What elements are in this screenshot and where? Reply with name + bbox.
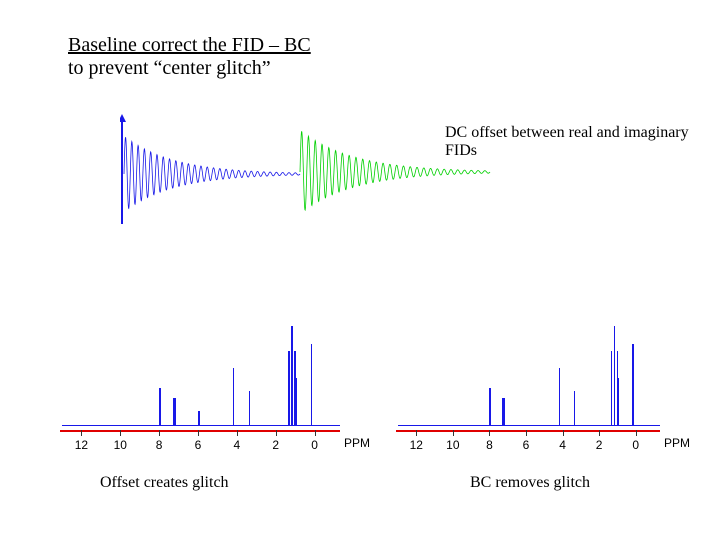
- tick-label: 2: [272, 438, 279, 452]
- tick-label: 6: [195, 438, 202, 452]
- tick-label: 12: [410, 438, 423, 452]
- title-line1: Baseline correct the FID – BC: [68, 34, 311, 56]
- tick-label: 12: [75, 438, 88, 452]
- tick-label: 8: [486, 438, 493, 452]
- tick-label: 10: [114, 438, 127, 452]
- tick-label: 10: [446, 438, 459, 452]
- spectrum-with-glitch: 121086420 PPM: [56, 298, 366, 458]
- title: Baseline correct the FID – BC to prevent…: [68, 34, 311, 80]
- caption-right: BC removes glitch: [470, 474, 590, 492]
- fid-plot: [120, 112, 496, 226]
- tick-label: 8: [156, 438, 163, 452]
- axis-unit: PPM: [344, 436, 370, 450]
- tick-label: 6: [523, 438, 530, 452]
- fid-svg: [120, 112, 496, 226]
- tick-label: 2: [596, 438, 603, 452]
- caption-left: Offset creates glitch: [100, 474, 229, 492]
- axis-unit: PPM: [664, 436, 690, 450]
- spectrum-corrected: 12 10 8 6 4 2 0 PPM: [392, 298, 688, 458]
- tick-label: 4: [559, 438, 566, 452]
- tick-label: 4: [234, 438, 241, 452]
- tick-label: 0: [311, 438, 318, 452]
- title-line2: to prevent “center glitch”: [68, 57, 271, 79]
- tick-label: 0: [632, 438, 639, 452]
